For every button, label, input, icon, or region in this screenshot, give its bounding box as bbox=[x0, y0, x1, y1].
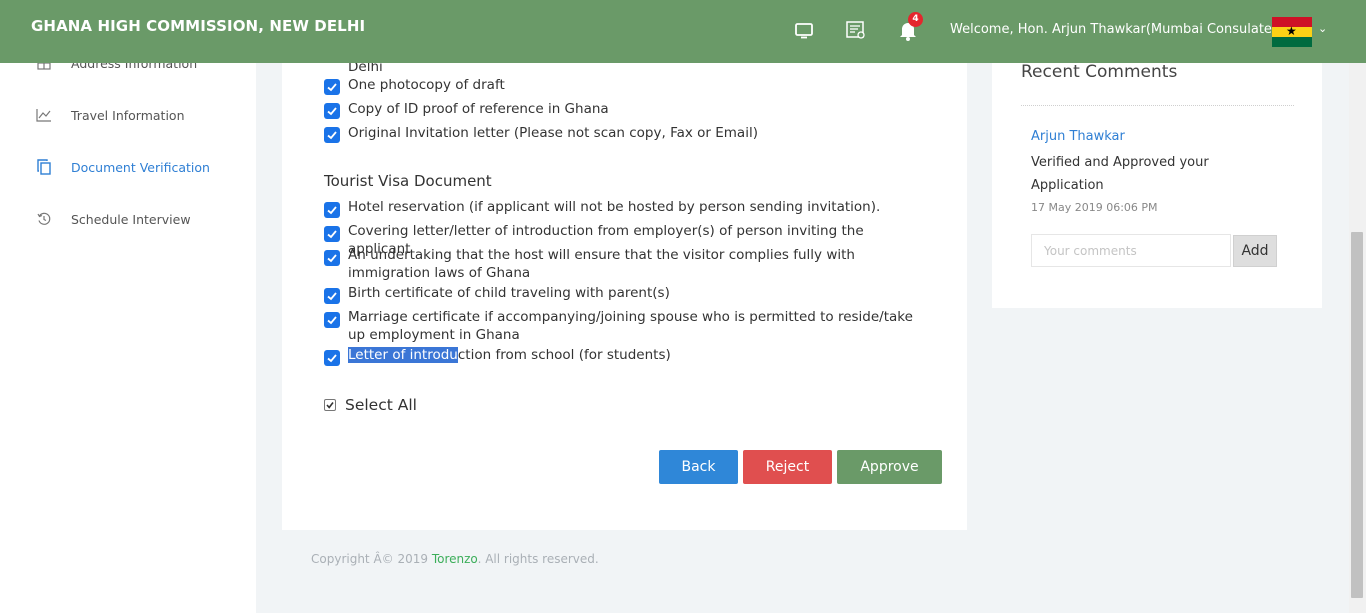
select-all-label[interactable]: Select All bbox=[345, 396, 417, 414]
list-item: Birth certificate of child traveling wit… bbox=[348, 285, 670, 301]
footer-copyright: Copyright Â© 2019 Torenzo. All rights re… bbox=[311, 552, 599, 566]
list-item: Marriage certificate if accompanying/joi… bbox=[348, 309, 913, 343]
footer-brand-link[interactable]: Torenzo bbox=[432, 552, 478, 566]
reject-button[interactable]: Reject bbox=[743, 450, 832, 484]
section-title-tourist: Tourist Visa Document bbox=[324, 172, 492, 190]
comment-text: Verified and Approved your Application bbox=[1031, 155, 1209, 193]
list-item: Original Invitation letter (Please not s… bbox=[348, 125, 758, 141]
copyright-prefix: Copyright Â© 2019 bbox=[311, 552, 432, 566]
list-item: Letter of introduction from school (for … bbox=[348, 346, 928, 364]
sidebar-item-travel-information[interactable]: Travel Information bbox=[34, 103, 244, 127]
select-all-checkbox[interactable] bbox=[324, 399, 336, 411]
sidebar-item-schedule-interview[interactable]: Schedule Interview bbox=[34, 207, 244, 231]
ghana-flag-icon[interactable]: ★ bbox=[1272, 17, 1312, 47]
list-item: An undertaking that the host will ensure… bbox=[348, 247, 855, 281]
document-checkbox[interactable] bbox=[324, 127, 340, 143]
comment-input[interactable] bbox=[1031, 234, 1231, 267]
add-comment-button[interactable]: Add bbox=[1233, 235, 1277, 267]
comment-date: 17 May 2019 06:06 PM bbox=[1031, 201, 1158, 214]
monitor-icon[interactable] bbox=[792, 18, 816, 42]
divider bbox=[1021, 105, 1294, 106]
approve-button[interactable]: Approve bbox=[837, 450, 942, 484]
certificate-icon[interactable] bbox=[844, 18, 868, 42]
back-button[interactable]: Back bbox=[659, 450, 738, 484]
list-item: Hotel reservation (if applicant will not… bbox=[348, 199, 881, 215]
sidebar-item-document-verification[interactable]: Document Verification bbox=[34, 155, 244, 179]
document-checkbox[interactable] bbox=[324, 202, 340, 218]
document-checkbox[interactable] bbox=[324, 288, 340, 304]
brand-title: GHANA HIGH COMMISSION, NEW DELHI bbox=[31, 17, 366, 35]
selected-text: Letter of introdu bbox=[348, 347, 458, 363]
sidebar: Address Information Travel Information D… bbox=[0, 0, 256, 613]
history-icon bbox=[34, 209, 54, 229]
sidebar-item-label: Document Verification bbox=[71, 159, 210, 175]
document-checkbox[interactable] bbox=[324, 79, 340, 95]
recent-comments-title: Recent Comments bbox=[1021, 62, 1178, 82]
welcome-text: Welcome, Hon. Arjun Thawkar(Mumbai Consu… bbox=[950, 22, 1284, 37]
top-header: GHANA HIGH COMMISSION, NEW DELHI 4 Welco… bbox=[0, 0, 1366, 63]
chart-icon bbox=[34, 105, 54, 125]
list-item: One photocopy of draft bbox=[348, 77, 505, 93]
sidebar-item-label: Travel Information bbox=[71, 107, 185, 123]
copyright-suffix: . All rights reserved. bbox=[477, 552, 599, 566]
list-item-rest: ction from school (for students) bbox=[457, 347, 671, 363]
document-checkbox[interactable] bbox=[324, 350, 340, 366]
document-checkbox[interactable] bbox=[324, 103, 340, 119]
chevron-down-icon[interactable]: ⌄ bbox=[1318, 22, 1327, 35]
sidebar-item-label: Schedule Interview bbox=[71, 211, 191, 227]
document-checkbox[interactable] bbox=[324, 312, 340, 328]
document-checkbox[interactable] bbox=[324, 226, 340, 242]
list-item: Copy of ID proof of reference in Ghana bbox=[348, 101, 609, 117]
document-checkbox[interactable] bbox=[324, 250, 340, 266]
copy-icon bbox=[34, 157, 54, 177]
comment-author[interactable]: Arjun Thawkar bbox=[1031, 129, 1125, 144]
scrollbar-thumb[interactable] bbox=[1351, 232, 1363, 598]
notification-badge: 4 bbox=[908, 12, 923, 27]
